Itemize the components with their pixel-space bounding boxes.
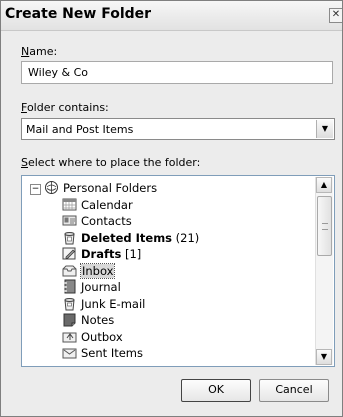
location-label: Select where to place the folder: [21, 156, 200, 169]
notes-icon [62, 312, 77, 327]
close-icon[interactable]: ✕ [329, 8, 342, 23]
tree-item-deleted-items[interactable]: Deleted Items (21) [62, 230, 199, 247]
ok-button[interactable]: OK [181, 379, 251, 402]
scroll-down-icon[interactable]: ▼ [316, 349, 332, 365]
folder-contains-value: Mail and Post Items [26, 123, 134, 136]
tree-item-label: Notes [81, 313, 115, 327]
collapse-icon[interactable]: − [30, 184, 41, 195]
contacts-icon [62, 213, 77, 228]
name-label-text: ame: [29, 45, 58, 58]
folder-contains-label-text: older contains: [26, 101, 109, 114]
scroll-up-icon[interactable]: ▲ [316, 177, 332, 193]
tree-item-notes[interactable]: Notes [62, 312, 114, 329]
deleted-items-icon [62, 230, 77, 245]
folder-contains-select[interactable]: Mail and Post Items ▼ [21, 118, 335, 140]
name-label: Name: [21, 45, 57, 58]
tree-item-drafts[interactable]: Drafts [1] [62, 246, 141, 263]
outbox-icon [62, 329, 77, 344]
tree-item-count: [1] [121, 247, 142, 261]
tree-item-label: Sent Items [81, 346, 143, 360]
tree-item-count: (21) [172, 231, 200, 245]
sent-items-icon [62, 345, 77, 360]
dialog-title: Create New Folder [5, 6, 152, 22]
tree-item-junk-e-mail[interactable]: Junk E-mail [62, 296, 145, 313]
tree-item-outbox[interactable]: Outbox [62, 329, 123, 346]
tree-scrollbar[interactable]: ▲ ▼ [315, 177, 333, 365]
personal-folders-icon [44, 180, 59, 195]
folder-contains-label: Folder contains: [21, 101, 109, 114]
tree-item-calendar[interactable]: Calendar [62, 197, 133, 214]
create-new-folder-dialog: Create New Folder ✕ Name: Wiley & Co Fol… [0, 0, 343, 417]
chevron-down-icon[interactable]: ▼ [316, 120, 333, 138]
tree-item-label: Drafts [81, 247, 122, 261]
name-label-accelerator: N [21, 45, 30, 58]
junk-email-icon [62, 296, 77, 311]
name-input[interactable]: Wiley & Co [21, 61, 333, 84]
cancel-button[interactable]: Cancel [259, 379, 329, 402]
tree-root-label: Personal Folders [63, 181, 158, 195]
inbox-icon [62, 263, 77, 278]
tree-item-journal[interactable]: Journal [62, 279, 121, 296]
tree-item-label: Contacts [81, 214, 132, 228]
calendar-icon [62, 197, 77, 212]
tree-root-personal-folders[interactable]: Personal Folders [44, 180, 157, 197]
scroll-thumb[interactable] [317, 196, 332, 256]
drafts-icon [62, 246, 77, 261]
tree-item-label: Inbox [79, 263, 116, 279]
tree-item-label: Journal [81, 280, 121, 294]
scroll-grip-icon [322, 223, 328, 230]
location-label-text: elect where to place the folder: [27, 156, 201, 169]
tree-item-label: Calendar [81, 198, 133, 212]
tree-item-sent-items[interactable]: Sent Items [62, 345, 143, 362]
journal-icon [62, 279, 77, 294]
tree-item-contacts[interactable]: Contacts [62, 213, 132, 230]
tree-item-inbox[interactable]: Inbox [62, 263, 116, 280]
title-bar: Create New Folder ✕ [1, 1, 342, 31]
folder-tree[interactable]: − Personal Folders Calendar Contacts Delet… [21, 175, 335, 367]
tree-item-label: Junk E-mail [81, 297, 146, 311]
location-label-accelerator: S [21, 156, 28, 169]
tree-item-label: Outbox [81, 330, 123, 344]
tree-item-label: Deleted Items [81, 231, 173, 245]
